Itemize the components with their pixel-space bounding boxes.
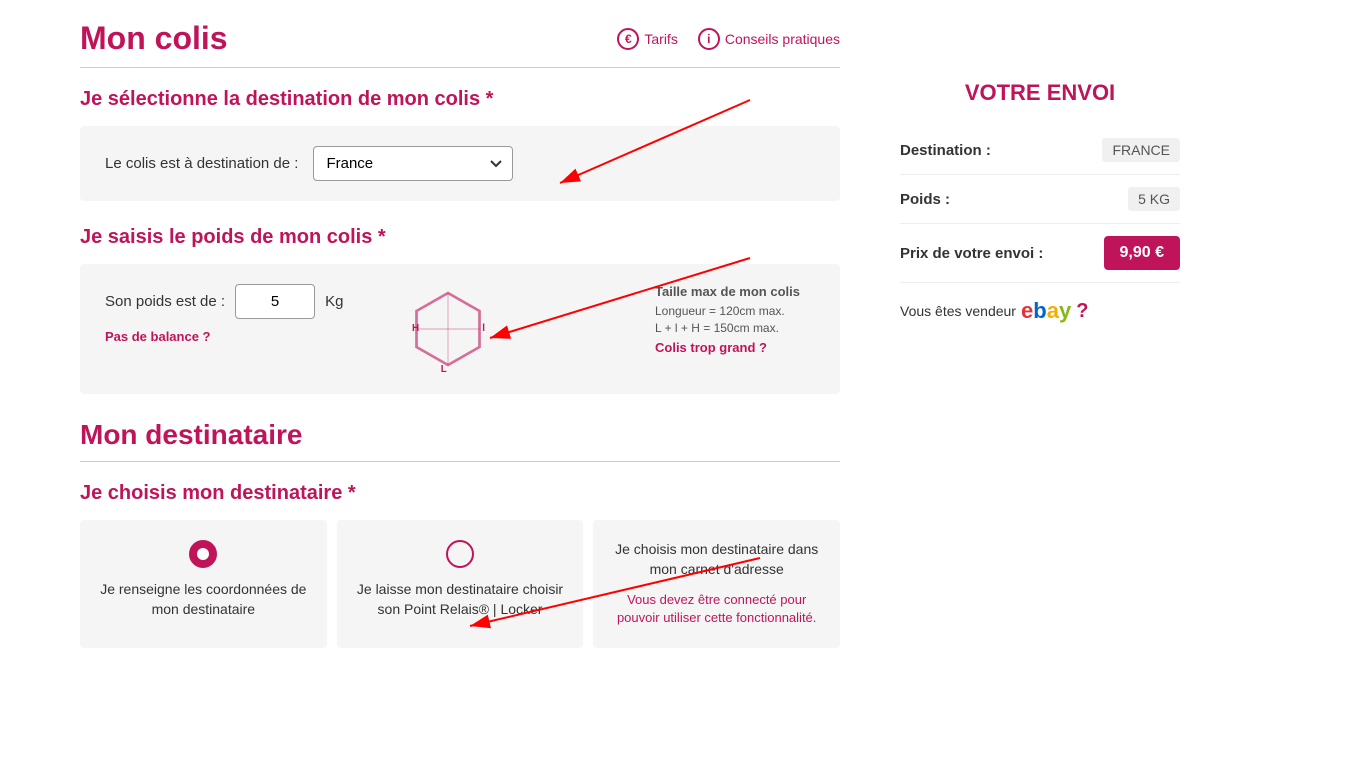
recipient-option-3[interactable]: Je choisis mon destinataire dans mon car… bbox=[593, 520, 840, 648]
destination-select[interactable]: France Europe International bbox=[313, 146, 513, 181]
size-title: Taille max de mon colis bbox=[655, 284, 815, 299]
kg-label: Kg bbox=[325, 293, 343, 310]
radio-2 bbox=[446, 540, 474, 568]
destinataire-title: Mon destinataire bbox=[80, 419, 840, 451]
ebay-e: e bbox=[1021, 298, 1033, 323]
choose-recipient-title: Je choisis mon destinataire * bbox=[80, 482, 840, 505]
destination-label: Le colis est à destination de : bbox=[105, 155, 298, 172]
conseils-link[interactable]: i Conseils pratiques bbox=[698, 28, 840, 50]
poids-row-value: 5 KG bbox=[1128, 187, 1180, 211]
prix-row-sidebar: Prix de votre envoi : 9,90 € bbox=[900, 224, 1180, 283]
package-svg: H L l bbox=[403, 284, 493, 374]
prix-row-label: Prix de votre envoi : bbox=[900, 245, 1043, 262]
weight-box: Son poids est de : Kg Pas de balance ? H bbox=[80, 264, 840, 394]
destination-row-value: FRANCE bbox=[1102, 138, 1180, 162]
tarifs-link[interactable]: € Tarifs bbox=[617, 28, 677, 50]
ebay-logo: ebay bbox=[1021, 298, 1071, 324]
ebay-b: b bbox=[1033, 298, 1046, 323]
radio-dot-1 bbox=[197, 548, 209, 560]
destinataire-divider bbox=[80, 461, 840, 462]
weight-label: Son poids est de : bbox=[105, 293, 225, 310]
recipient-options: Je renseigne les coordonnées de mon dest… bbox=[80, 520, 840, 648]
login-required-text: Vous devez être connecté pour pouvoir ut… bbox=[608, 591, 825, 627]
recipient-option-3-label: Je choisis mon destinataire dans mon car… bbox=[608, 540, 825, 579]
recipient-option-2[interactable]: Je laisse mon destinataire choisir son P… bbox=[337, 520, 584, 648]
package-diagram: H L l bbox=[403, 284, 493, 374]
destination-row-sidebar: Destination : FRANCE bbox=[900, 126, 1180, 175]
header-divider bbox=[80, 67, 840, 68]
svg-text:l: l bbox=[483, 323, 486, 334]
poids-row-label: Poids : bbox=[900, 191, 950, 208]
weight-input-group: Son poids est de : Kg Pas de balance ? bbox=[105, 284, 343, 344]
euro-icon: € bbox=[617, 28, 639, 50]
weight-section-title: Je saisis le poids de mon colis * bbox=[80, 226, 840, 249]
ebay-section: Vous êtes vendeur ebay ? bbox=[900, 298, 1180, 324]
page-header: Mon colis € Tarifs i Conseils pratiques bbox=[80, 20, 840, 57]
poids-row-sidebar: Poids : 5 KG bbox=[900, 175, 1180, 224]
destination-box: Le colis est à destination de : France E… bbox=[80, 126, 840, 201]
recipient-option-2-label: Je laisse mon destinataire choisir son P… bbox=[352, 580, 569, 619]
recipient-option-1-label: Je renseigne les coordonnées de mon dest… bbox=[95, 580, 312, 619]
tarifs-label: Tarifs bbox=[644, 31, 677, 47]
info-icon: i bbox=[698, 28, 720, 50]
balance-link[interactable]: Pas de balance ? bbox=[105, 329, 343, 344]
destination-row-label: Destination : bbox=[900, 142, 991, 159]
svg-text:L: L bbox=[441, 364, 447, 374]
radio-1 bbox=[189, 540, 217, 568]
ebay-y: y bbox=[1059, 298, 1071, 323]
header-links: € Tarifs i Conseils pratiques bbox=[617, 28, 840, 50]
conseils-label: Conseils pratiques bbox=[725, 31, 840, 47]
page-title: Mon colis bbox=[80, 20, 228, 57]
prix-row-value: 9,90 € bbox=[1104, 236, 1180, 270]
svg-text:H: H bbox=[412, 323, 419, 334]
longueur-detail: Longueur = 120cm max. bbox=[655, 304, 815, 318]
ebay-text: Vous êtes vendeur bbox=[900, 303, 1016, 319]
sidebar: VOTRE ENVOI Destination : FRANCE Poids :… bbox=[880, 0, 1200, 762]
weight-input-row: Son poids est de : Kg bbox=[105, 284, 343, 319]
votre-envoi-title: VOTRE ENVOI bbox=[900, 80, 1180, 106]
ebay-question: ? bbox=[1076, 300, 1088, 323]
destination-row: Le colis est à destination de : France E… bbox=[105, 146, 815, 181]
weight-row: Son poids est de : Kg Pas de balance ? H bbox=[105, 284, 815, 374]
ebay-a: a bbox=[1047, 298, 1059, 323]
too-big-link[interactable]: Colis trop grand ? bbox=[655, 340, 815, 355]
destination-section-title: Je sélectionne la destination de mon col… bbox=[80, 88, 840, 111]
weight-input[interactable] bbox=[235, 284, 315, 319]
lih-detail: L + l + H = 150cm max. bbox=[655, 321, 815, 335]
recipient-option-1[interactable]: Je renseigne les coordonnées de mon dest… bbox=[80, 520, 327, 648]
max-size-info: Taille max de mon colis Longueur = 120cm… bbox=[655, 284, 815, 355]
